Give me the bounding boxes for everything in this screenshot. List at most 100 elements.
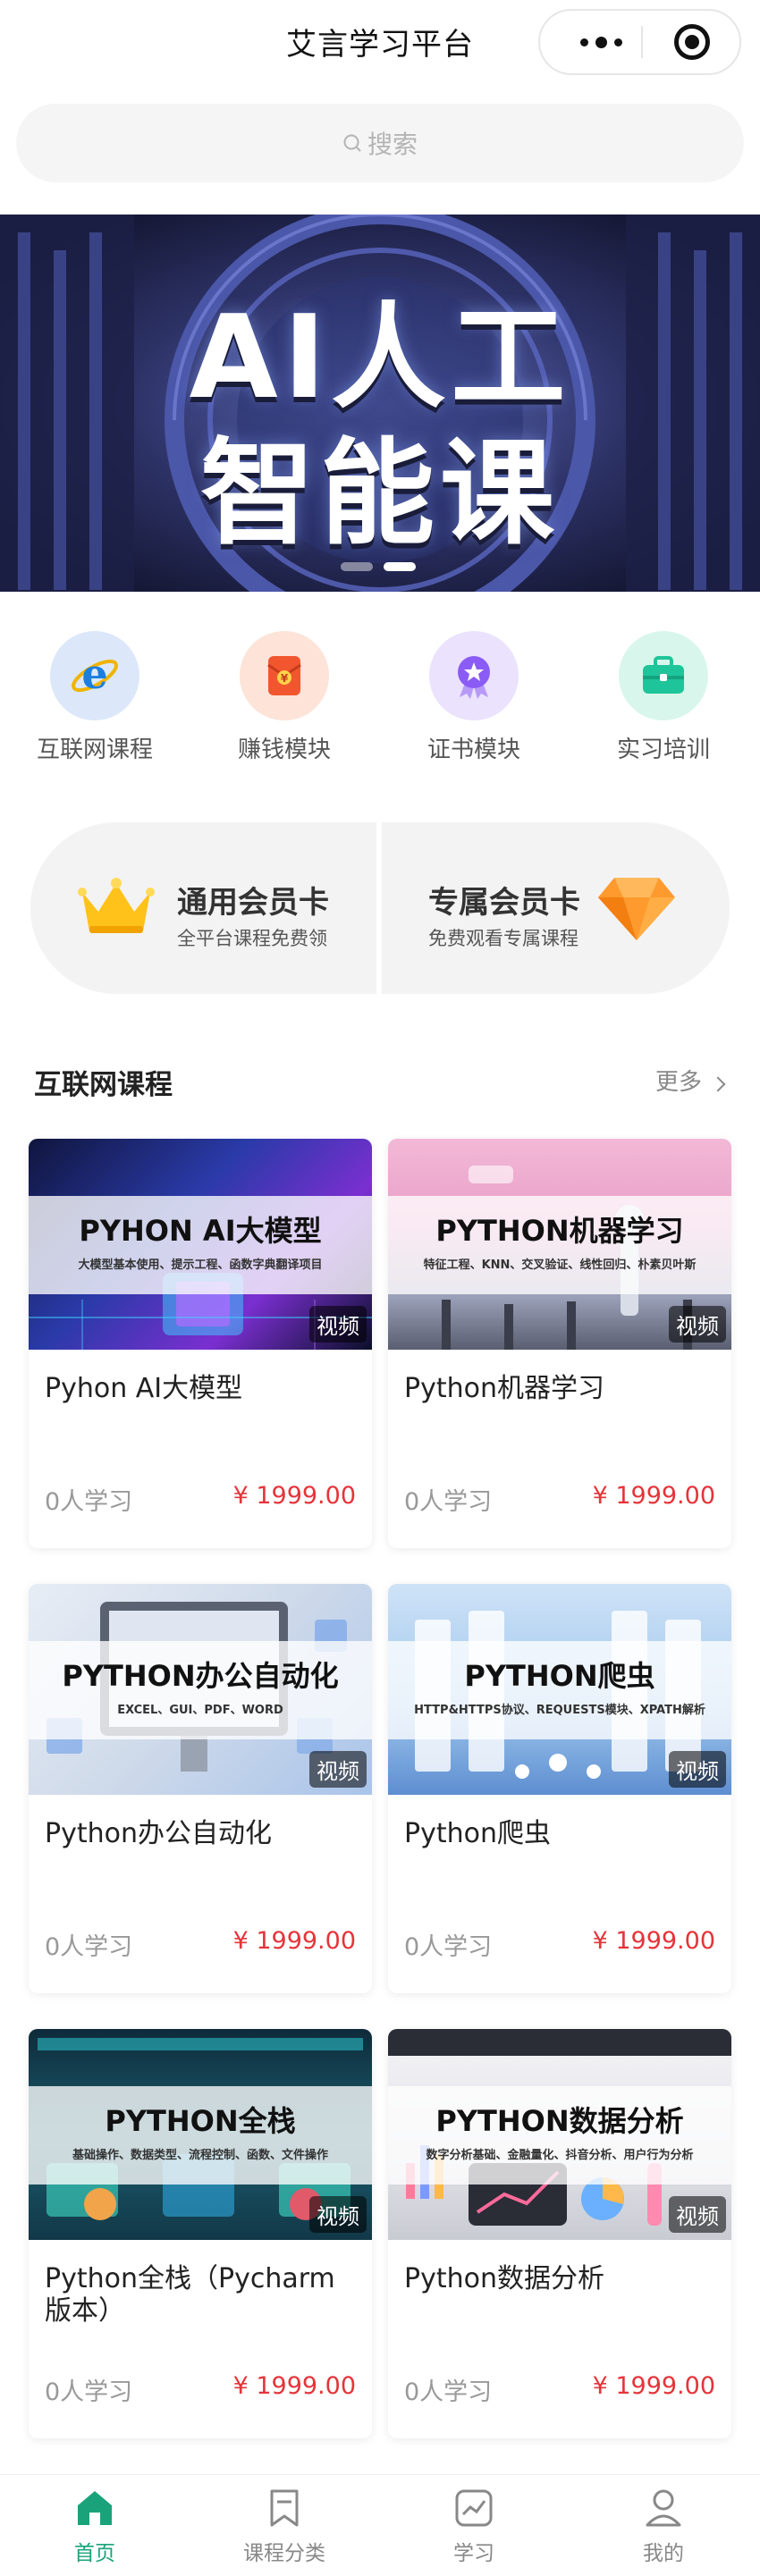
course-thumb-title: PYTHON办公自动化 <box>62 1659 339 1693</box>
category-certificates[interactable]: 证书模块 <box>379 631 569 765</box>
category-label: 证书模块 <box>426 737 520 763</box>
course-thumb-band: PYTHON办公自动化 EXCEL、GUI、PDF、WORD <box>29 1641 372 1739</box>
course-thumbnail: PYTHON机器学习 特征工程、KNN、交叉验证、线性回归、朴素贝叶斯 视频 <box>388 1139 731 1350</box>
course-thumb-band: PYTHON数据分析 数字分析基础、金融量化、抖音分析、用户行为分析 <box>388 2086 731 2185</box>
home-icon <box>78 2491 112 2525</box>
course-thumb-band: PYTHON全栈 基础操作、数据类型、流程控制、函数、文件操作 <box>29 2086 372 2185</box>
course-thumb-band: PYTHON机器学习 特征工程、KNN、交叉验证、线性回归、朴素贝叶斯 <box>388 1196 731 1294</box>
course-card[interactable]: PYTHON数据分析 数字分析基础、金融量化、抖音分析、用户行为分析 视频 Py… <box>388 2029 731 2438</box>
course-learners: 0人学习 <box>404 1488 493 1516</box>
course-thumb-title: PYTHON全栈 <box>105 2104 296 2138</box>
tab-label: 首页 <box>74 2542 115 2565</box>
banner-title-line-2: 智能课 <box>199 427 560 560</box>
more-link[interactable]: 更多 <box>655 1064 726 1097</box>
tab-course-category[interactable]: 课程分类 <box>190 2475 379 2576</box>
exclusive-membership-card[interactable]: 专属会员卡 免费观看专属课程 <box>382 822 730 994</box>
video-badge: 视频 <box>309 1751 367 1788</box>
diamond-icon <box>598 878 675 940</box>
category-label: 互联网课程 <box>36 737 153 763</box>
video-badge: 视频 <box>669 1751 726 1788</box>
course-price: ¥ 1999.00 <box>592 1482 715 1510</box>
carousel-indicator <box>341 562 416 571</box>
carousel-dot[interactable] <box>341 562 373 571</box>
ie-browser-icon: e <box>50 631 139 720</box>
course-thumb-subtitle: 基础操作、数据类型、流程控制、函数、文件操作 <box>72 2149 328 2162</box>
search-input[interactable]: 搜索 <box>16 104 744 182</box>
course-learners: 0人学习 <box>45 1933 133 1961</box>
course-thumb-band: PYHON AI大模型 大模型基本使用、提示工程、函数字典翻译项目 <box>29 1196 372 1294</box>
course-thumb-subtitle: HTTP&HTTPS协议、REQUESTS模块、XPATH解析 <box>414 1704 705 1717</box>
course-thumbnail: PYTHON全栈 基础操作、数据类型、流程控制、函数、文件操作 视频 <box>29 2029 372 2240</box>
video-badge: 视频 <box>669 2196 726 2233</box>
svg-text:¥: ¥ <box>281 672 289 685</box>
course-price: ¥ 1999.00 <box>232 1927 356 1955</box>
svg-text:e: e <box>81 650 107 698</box>
course-price: ¥ 1999.00 <box>592 1927 715 1955</box>
membership-cards: 通用会员卡 全平台课程免费领 专属会员卡 免费观看专属课程 <box>30 822 730 994</box>
chevron-right-icon <box>710 1076 726 1092</box>
course-thumb-band: PYTHON爬虫 HTTP&HTTPS协议、REQUESTS模块、XPATH解析 <box>388 1641 731 1739</box>
mini-program-capsule <box>538 9 741 75</box>
search-placeholder: 搜索 <box>367 130 418 159</box>
tab-home[interactable]: 首页 <box>0 2475 190 2576</box>
carousel-dot-active[interactable] <box>384 562 416 571</box>
search-icon <box>343 134 361 152</box>
course-thumb-subtitle: EXCEL、GUI、PDF、WORD <box>117 1704 283 1717</box>
course-thumb-subtitle: 大模型基本使用、提示工程、函数字典翻译项目 <box>78 1259 323 1272</box>
tab-label: 学习 <box>453 2542 494 2565</box>
tab-study[interactable]: 学习 <box>379 2475 569 2576</box>
tab-label: 我的 <box>643 2542 684 2565</box>
category-earn-money[interactable]: ¥ 赚钱模块 <box>190 631 379 765</box>
chart-icon <box>455 2489 493 2527</box>
course-price: ¥ 1999.00 <box>232 1482 356 1510</box>
briefcase-icon <box>619 631 708 720</box>
course-name: Python机器学习 <box>404 1373 604 1404</box>
category-internship[interactable]: 实习培训 <box>569 631 758 765</box>
course-learners: 0人学习 <box>404 1933 493 1961</box>
course-card[interactable]: PYTHON机器学习 特征工程、KNN、交叉验证、线性回归、朴素贝叶斯 视频 P… <box>388 1139 731 1548</box>
course-learners: 0人学习 <box>45 2378 133 2406</box>
more-icon[interactable] <box>565 11 637 73</box>
course-learners: 0人学习 <box>45 1488 133 1516</box>
tab-mine[interactable]: 我的 <box>569 2475 758 2576</box>
course-card[interactable]: PYTHON全栈 基础操作、数据类型、流程控制、函数、文件操作 视频 Pytho… <box>29 2029 372 2438</box>
category-internet-courses[interactable]: e 互联网课程 <box>0 631 190 765</box>
course-name: Python数据分析 <box>404 2263 604 2294</box>
video-badge: 视频 <box>309 1306 367 1343</box>
course-card[interactable]: PYTHON爬虫 HTTP&HTTPS协议、REQUESTS模块、XPATH解析… <box>388 1584 731 1993</box>
course-thumb-title: PYTHON爬虫 <box>464 1659 655 1693</box>
capsule-divider <box>641 26 643 58</box>
close-target-icon[interactable] <box>674 24 710 60</box>
medal-icon <box>429 631 519 720</box>
user-icon <box>646 2489 681 2527</box>
bookmark-icon <box>270 2489 299 2527</box>
membership-title: 专属会员卡 <box>428 885 580 921</box>
course-thumbnail: PYTHON爬虫 HTTP&HTTPS协议、REQUESTS模块、XPATH解析… <box>388 1584 731 1795</box>
course-thumb-subtitle: 特征工程、KNN、交叉验证、线性回归、朴素贝叶斯 <box>423 1259 697 1272</box>
course-price: ¥ 1999.00 <box>592 2372 715 2400</box>
section-title: 互联网课程 <box>34 1069 173 1101</box>
more-label: 更多 <box>655 1069 703 1096</box>
membership-subtitle: 免费观看专属课程 <box>428 928 578 949</box>
course-name: Python全栈（Pycharm版本） <box>45 2263 335 2327</box>
bottom-tab-bar: 首页 课程分类 学习 我的 <box>0 2474 760 2576</box>
course-price: ¥ 1999.00 <box>232 2372 356 2400</box>
crown-icon <box>78 878 155 933</box>
video-badge: 视频 <box>669 1306 726 1343</box>
course-card[interactable]: PYTHON办公自动化 EXCEL、GUI、PDF、WORD 视频 Python… <box>29 1584 372 1993</box>
course-thumbnail: PYTHON数据分析 数字分析基础、金融量化、抖音分析、用户行为分析 视频 <box>388 2029 731 2240</box>
membership-title: 通用会员卡 <box>177 885 329 921</box>
general-membership-card[interactable]: 通用会员卡 全平台课程免费领 <box>30 822 376 994</box>
course-card[interactable]: PYHON AI大模型 大模型基本使用、提示工程、函数字典翻译项目 视频 Pyh… <box>29 1139 372 1548</box>
category-label: 实习培训 <box>616 737 710 763</box>
course-thumbnail: PYTHON办公自动化 EXCEL、GUI、PDF、WORD 视频 <box>29 1584 372 1795</box>
category-label: 赚钱模块 <box>237 737 331 763</box>
nav-bar: 艾言学习平台 <box>0 0 760 89</box>
video-badge: 视频 <box>309 2196 367 2233</box>
banner-carousel[interactable]: AI人工 智能课 <box>0 215 760 592</box>
course-thumb-title: PYTHON数据分析 <box>435 2104 684 2138</box>
course-thumb-title: PYHON AI大模型 <box>79 1214 322 1248</box>
course-name: Pyhon AI大模型 <box>45 1373 243 1404</box>
course-learners: 0人学习 <box>404 2378 493 2406</box>
course-thumbnail: PYHON AI大模型 大模型基本使用、提示工程、函数字典翻译项目 视频 <box>29 1139 372 1350</box>
